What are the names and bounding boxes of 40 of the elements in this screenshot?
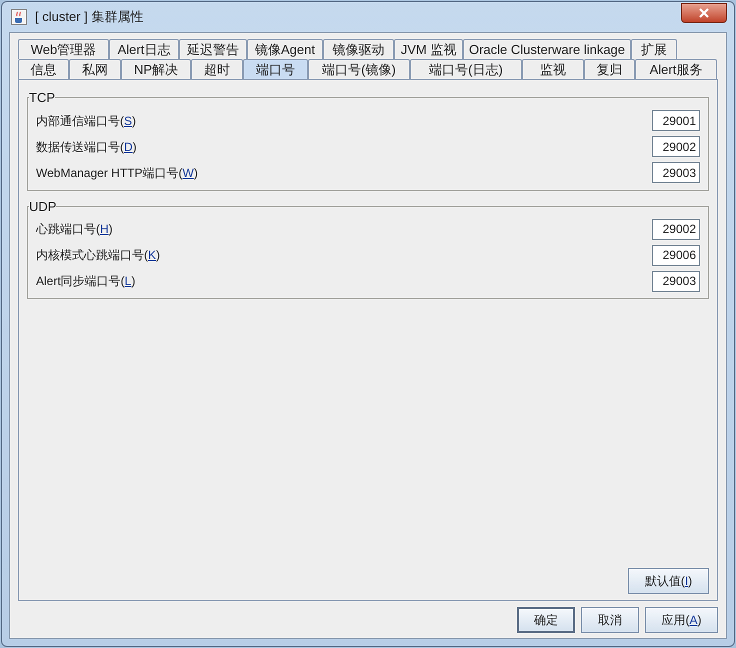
tab[interactable]: 镜像Agent <box>247 39 323 59</box>
tab[interactable]: 延迟警告 <box>179 39 247 59</box>
tab[interactable]: 信息 <box>18 59 69 79</box>
field-label: WebManager HTTP端口号(W) <box>36 164 198 182</box>
port-field[interactable]: 29002 <box>652 136 700 157</box>
tab[interactable]: 端口号(日志) <box>410 59 522 79</box>
tab[interactable]: 监视 <box>522 59 584 79</box>
tab[interactable]: 端口号 <box>243 59 308 79</box>
field-label: Alert同步端口号(L) <box>36 273 136 290</box>
coffee-cup-icon <box>11 9 27 25</box>
field-label: 内核模式心跳端口号(K) <box>36 247 160 264</box>
tab[interactable]: 端口号(镜像) <box>308 59 410 79</box>
close-button[interactable] <box>681 3 727 23</box>
tab[interactable]: Web管理器 <box>18 39 109 59</box>
tab[interactable]: JVM 监视 <box>394 39 463 59</box>
dialog-button[interactable]: 应用(A) <box>645 607 718 633</box>
port-field[interactable]: 29003 <box>652 270 700 292</box>
tab[interactable]: 扩展 <box>631 39 677 59</box>
port-field[interactable]: 29001 <box>652 110 700 131</box>
port-field[interactable]: 29002 <box>652 218 700 240</box>
dialog-button[interactable]: 取消 <box>581 607 639 633</box>
port-field[interactable]: 29006 <box>652 244 700 266</box>
field-label: 数据传送端口号(D) <box>36 138 137 156</box>
group-title: UDP <box>29 198 56 216</box>
default-button[interactable]: 默认值(I) <box>628 568 709 594</box>
field-label: 心跳端口号(H) <box>36 221 113 238</box>
tab[interactable]: 镜像驱动 <box>323 39 394 59</box>
tab[interactable]: Alert日志 <box>109 39 179 59</box>
tab[interactable]: 超时 <box>191 59 243 79</box>
dialog-button[interactable]: 确定 <box>517 607 575 633</box>
tab[interactable]: NP解决 <box>121 59 191 79</box>
window-title: [ cluster ] 集群属性 <box>35 8 144 26</box>
tab[interactable]: Alert服务 <box>635 59 717 79</box>
tab[interactable]: 复归 <box>584 59 635 79</box>
close-icon <box>699 8 709 18</box>
tab[interactable]: 私网 <box>69 59 121 79</box>
port-field[interactable]: 29003 <box>652 162 700 183</box>
group-title: TCP <box>29 89 55 107</box>
field-label: 内部通信端口号(S) <box>36 112 136 130</box>
tab[interactable]: Oracle Clusterware linkage <box>463 39 631 59</box>
